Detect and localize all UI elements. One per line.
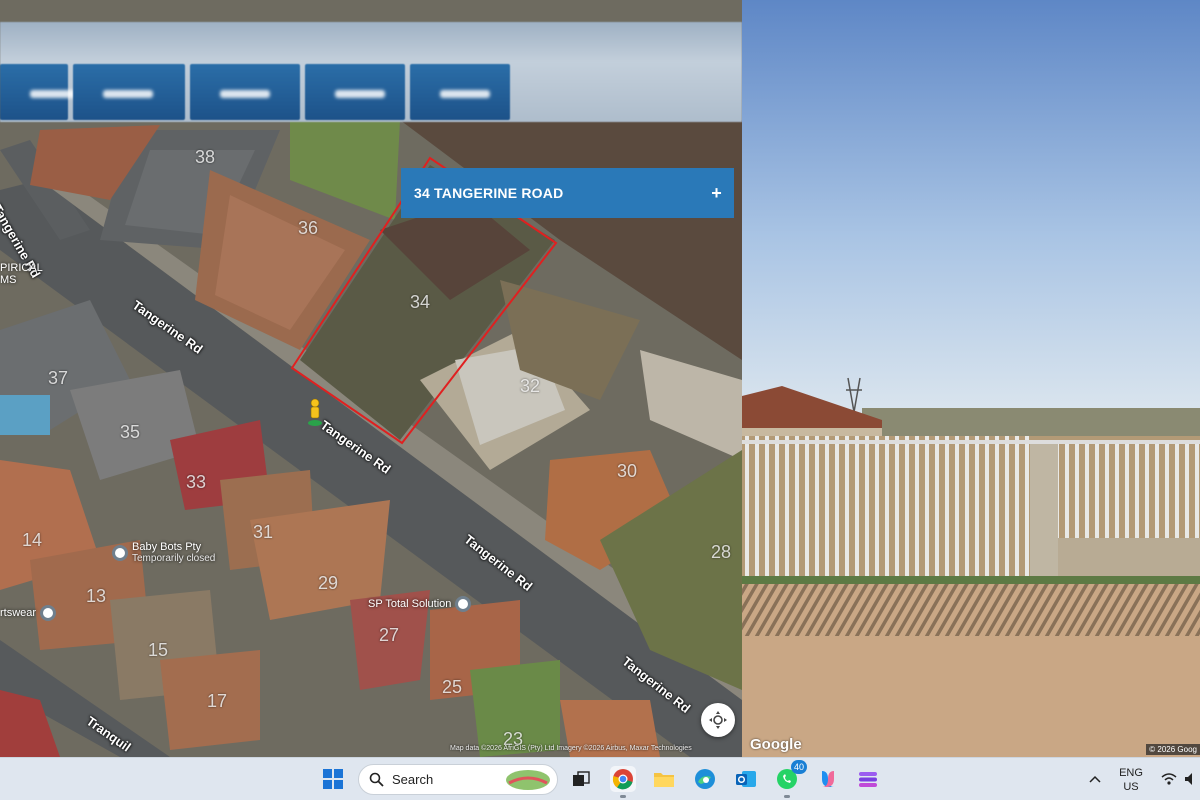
taskbar-search[interactable]: Search bbox=[358, 764, 558, 795]
poi-marker[interactable]: SP Total Solution bbox=[368, 596, 472, 612]
tray-overflow-button[interactable] bbox=[1082, 766, 1108, 792]
task-view-button[interactable] bbox=[568, 766, 594, 792]
lot-number: 33 bbox=[186, 472, 207, 492]
street-view-imagery bbox=[742, 0, 1200, 757]
lot-number: 14 bbox=[22, 530, 43, 550]
lot-number: 34 bbox=[410, 292, 431, 312]
network-button[interactable] bbox=[1156, 766, 1182, 792]
address-title: 34 TANGERINE ROAD bbox=[414, 185, 564, 201]
browser-tab[interactable] bbox=[305, 64, 405, 120]
active-indicator bbox=[784, 795, 790, 798]
browser-tab-strip bbox=[0, 22, 742, 122]
poi-marker[interactable]: rtswear bbox=[0, 605, 57, 621]
edge-icon bbox=[695, 769, 715, 789]
lot-number: 35 bbox=[120, 422, 141, 442]
poi-status: Temporarily closed bbox=[132, 553, 216, 564]
street-view[interactable]: Google © 2026 Goog bbox=[742, 0, 1200, 757]
poi-name: Baby Bots Pty bbox=[132, 541, 202, 553]
lot-number: 30 bbox=[617, 461, 638, 481]
lot-number: 28 bbox=[711, 542, 732, 562]
region-code: US bbox=[1123, 781, 1139, 793]
lot-number: 37 bbox=[48, 368, 69, 388]
lot-number: 15 bbox=[148, 640, 169, 660]
street-view-attribution: © 2026 Goog bbox=[1146, 744, 1200, 755]
browser-tab[interactable] bbox=[410, 64, 510, 120]
lot-number: 32 bbox=[520, 376, 541, 396]
chrome-icon bbox=[612, 769, 633, 790]
poi-name: SP Total Solution bbox=[368, 598, 452, 610]
poi-label: PIRICAL MS bbox=[0, 262, 43, 286]
lot-number: 31 bbox=[253, 522, 274, 542]
app-button[interactable] bbox=[855, 766, 881, 792]
poi-name: rtswear bbox=[0, 607, 37, 619]
chrome-button[interactable] bbox=[610, 766, 636, 798]
poi-name: PIRICAL bbox=[0, 262, 43, 274]
lot-number: 17 bbox=[207, 691, 228, 711]
lot-number: 27 bbox=[379, 625, 400, 645]
language-code: ENG bbox=[1119, 767, 1143, 779]
windows-icon bbox=[323, 769, 343, 789]
copilot-icon bbox=[822, 771, 834, 787]
lot-number: 36 bbox=[298, 218, 319, 238]
address-banner[interactable]: 34 TANGERINE ROAD + bbox=[401, 168, 734, 218]
taskbar: Search 40 ENG US bbox=[0, 757, 1200, 800]
file-explorer-button[interactable] bbox=[651, 766, 677, 792]
outlook-button[interactable] bbox=[733, 766, 759, 792]
plus-icon[interactable]: + bbox=[711, 183, 722, 204]
lot-number: 38 bbox=[195, 147, 216, 167]
notification-badge: 40 bbox=[790, 760, 807, 774]
stacked-app-icon bbox=[859, 772, 877, 787]
whatsapp-button[interactable]: 40 bbox=[774, 760, 807, 798]
browser-tab[interactable] bbox=[190, 64, 300, 120]
start-button[interactable] bbox=[320, 766, 346, 792]
search-icon bbox=[369, 772, 384, 787]
poi-name-line2: MS bbox=[0, 274, 17, 286]
place-pin-icon bbox=[40, 605, 57, 621]
google-logo: Google bbox=[750, 736, 802, 753]
language-indicator[interactable]: ENG US bbox=[1117, 766, 1145, 794]
place-pin-icon bbox=[455, 596, 472, 612]
browser-tab[interactable] bbox=[73, 64, 185, 120]
task-view-icon bbox=[573, 771, 590, 786]
edge-button[interactable] bbox=[692, 766, 718, 792]
outlook-icon bbox=[736, 771, 756, 787]
satellite-map[interactable]: 34 TANGERINE ROAD + 38 36 34 32 37 35 33… bbox=[0, 0, 742, 757]
lot-number: 13 bbox=[86, 586, 107, 606]
lot-number: 25 bbox=[442, 677, 463, 697]
place-pin-icon bbox=[112, 544, 128, 561]
volume-button[interactable] bbox=[1180, 766, 1200, 792]
search-highlight-icon bbox=[506, 770, 550, 790]
folder-icon bbox=[654, 773, 674, 787]
map-attribution: Map data ©2026 AfriGIS (Pty) Ltd Imagery… bbox=[450, 745, 692, 752]
chevron-up-icon bbox=[1089, 775, 1101, 783]
pegman-icon[interactable] bbox=[307, 398, 323, 426]
active-indicator bbox=[620, 795, 626, 798]
copilot-button[interactable] bbox=[815, 766, 841, 792]
recenter-button[interactable] bbox=[701, 703, 735, 737]
search-label: Search bbox=[392, 772, 434, 787]
wifi-icon bbox=[1161, 773, 1177, 785]
lot-number: 29 bbox=[318, 573, 339, 593]
speaker-icon bbox=[1185, 773, 1192, 785]
poi-marker[interactable]: Baby Bots Pty Temporarily closed bbox=[112, 541, 215, 564]
recenter-icon bbox=[709, 711, 727, 729]
browser-tab[interactable] bbox=[0, 64, 80, 120]
